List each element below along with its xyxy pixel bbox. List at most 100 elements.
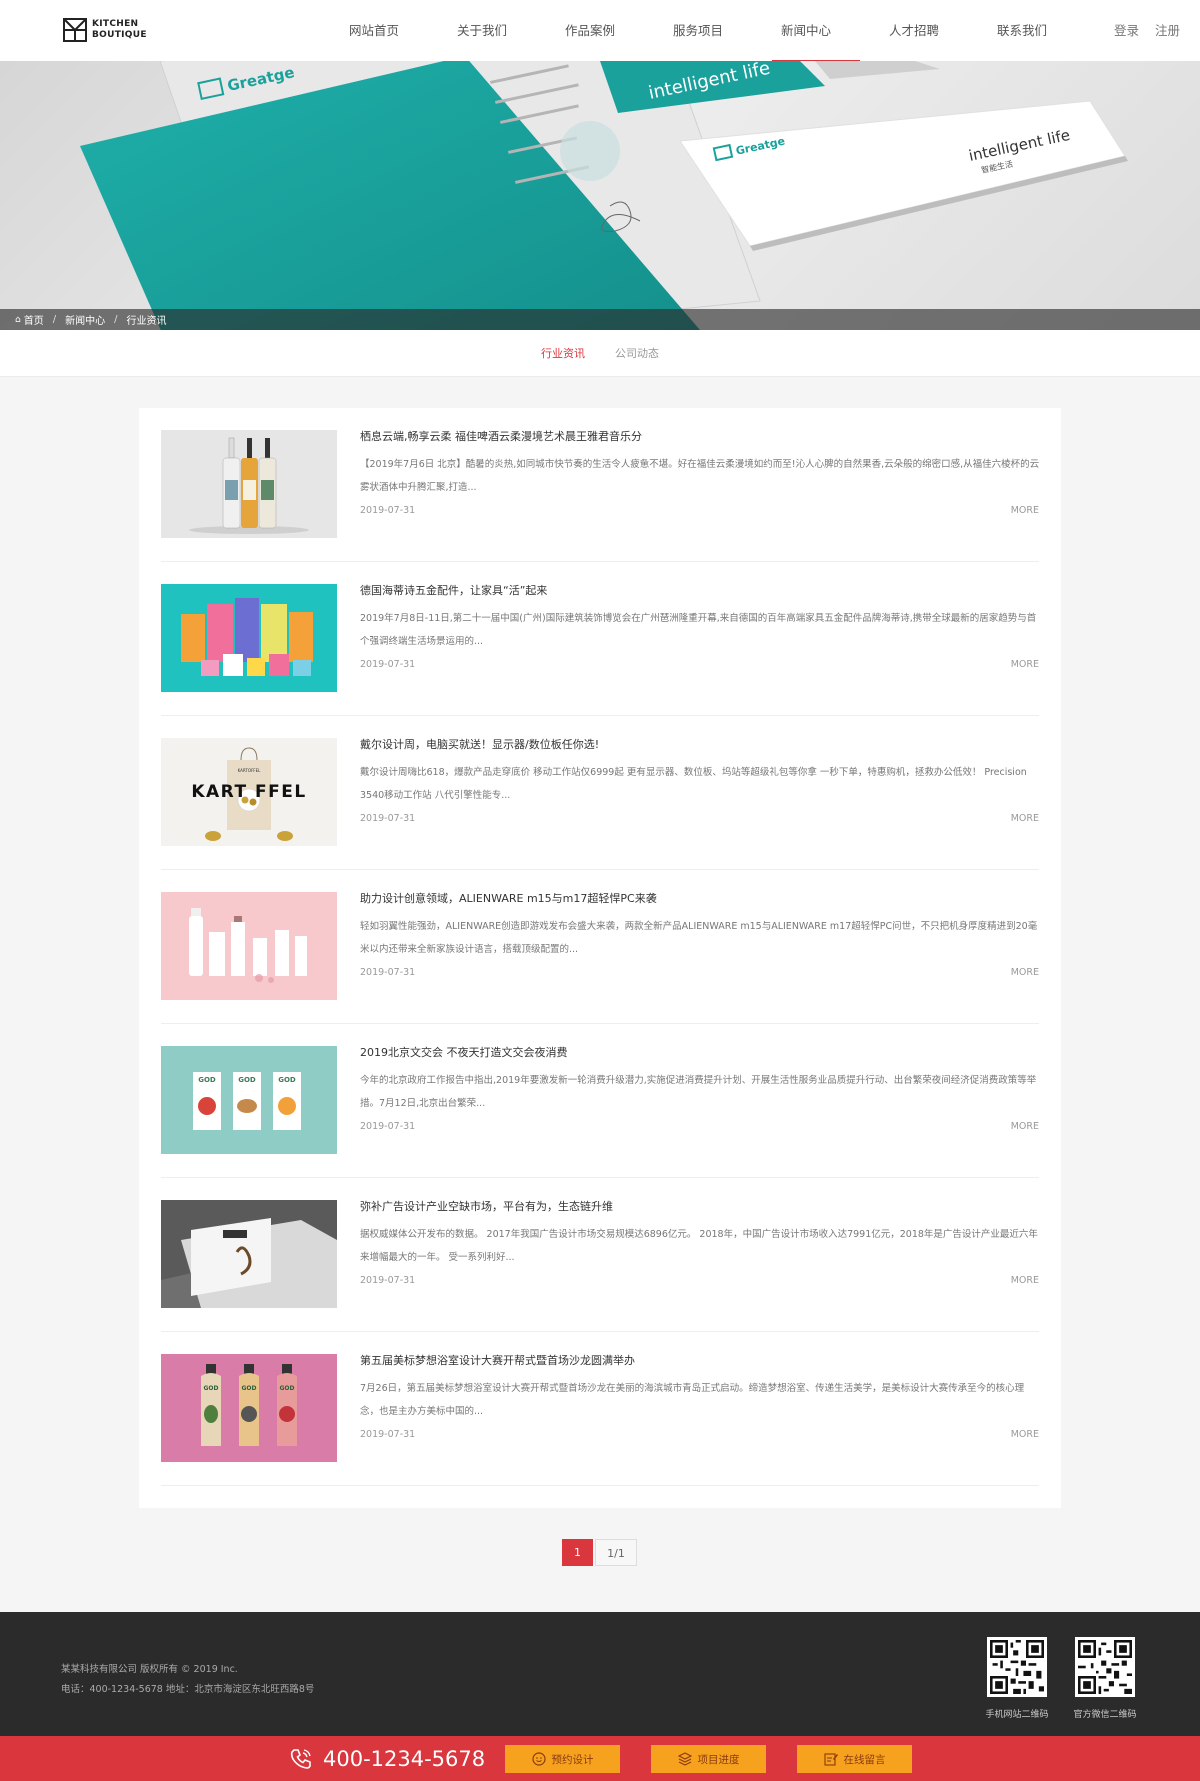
qr-code-icon: [1075, 1637, 1135, 1697]
news-thumbnail[interactable]: [161, 584, 337, 692]
login-link[interactable]: 登录: [1114, 0, 1139, 61]
breadcrumb-home[interactable]: 首页: [24, 312, 44, 327]
news-date: 2019-07-31: [360, 813, 416, 824]
qr-mobile: 手机网站二维码: [985, 1637, 1049, 1720]
news-date: 2019-07-31: [360, 967, 416, 978]
project-progress-label: 项目进度: [697, 1753, 740, 1766]
smile-icon: [531, 1752, 546, 1766]
more-link[interactable]: MORE: [1011, 1121, 1039, 1132]
leave-message-button[interactable]: 在线留言: [797, 1745, 912, 1773]
bottle-label: GOD: [241, 1385, 256, 1392]
layers-icon: [677, 1752, 692, 1766]
news-thumbnail[interactable]: KARTOFFEL KART FFEL: [161, 738, 337, 846]
contact-info: 电话：400-1234-5678 地址：北京市海淀区东北旺西路8号: [61, 1684, 315, 1695]
carton-label: GOD: [198, 1076, 216, 1084]
news-title[interactable]: 栖息云端,畅享云柔 福佳啤酒云柔漫境艺术晨王雅君音乐分: [360, 428, 642, 444]
news-item[interactable]: 助力设计创意领域，ALIENWARE m15与m17超轻悍PC来袭 轻如羽翼性能…: [161, 870, 1039, 1024]
banner-illustration: intelligent life Greatge intelligent lif…: [80, 61, 1128, 330]
project-progress-button[interactable]: 项目进度: [651, 1745, 766, 1773]
nav-contact[interactable]: 联系我们: [968, 0, 1076, 61]
auth-links: 登录 注册: [1114, 0, 1180, 61]
news-thumbnail[interactable]: [161, 1200, 337, 1308]
packages-image: [161, 584, 337, 692]
news-thumbnail[interactable]: GOD GOD GOD: [161, 1354, 337, 1462]
news-date: 2019-07-31: [360, 1121, 416, 1132]
qr-mobile-label: 手机网站二维码: [985, 1710, 1049, 1720]
tab-industry-news[interactable]: 行业资讯: [541, 345, 585, 361]
juice-bottles-image: GOD GOD GOD: [161, 1354, 337, 1462]
news-thumbnail[interactable]: [161, 892, 337, 1000]
carton-label: GOD: [278, 1076, 296, 1084]
news-date: 2019-07-31: [360, 1429, 416, 1440]
news-item[interactable]: KARTOFFEL KART FFEL 戴尔设计周，电脑买就送！显示器/数位板任…: [161, 716, 1039, 870]
breadcrumb-current: 行业资讯: [126, 316, 167, 327]
page-number-current[interactable]: 1: [562, 1539, 593, 1566]
news-item[interactable]: 德国海蒂诗五金配件，让家具“活”起来 2019年7月8日-11日,第二十一届中国…: [161, 562, 1039, 716]
kartoffel-text: KART FFEL: [191, 782, 306, 802]
hero-banner: intelligent life Greatge intelligent lif…: [0, 61, 1200, 330]
more-link[interactable]: MORE: [1011, 967, 1039, 978]
cosmetics-image: [161, 892, 337, 1000]
more-link[interactable]: MORE: [1011, 1429, 1039, 1440]
news-title[interactable]: 第五届美标梦想浴室设计大赛开帮式暨首场沙龙圆满举办: [360, 1352, 635, 1368]
nav-news[interactable]: 新闻中心: [752, 0, 860, 61]
qr-code-icon: [987, 1637, 1047, 1697]
more-link[interactable]: MORE: [1011, 813, 1039, 824]
logo[interactable]: KITCHEN BOUTIQUE: [63, 18, 147, 42]
news-item[interactable]: 弥补广告设计产业空缺市场，平台有为，生态链升维 据权威媒体公开发布的数据。 20…: [161, 1178, 1039, 1332]
leave-message-label: 在线留言: [843, 1753, 886, 1766]
news-subtabs: 行业资讯 公司动态: [0, 330, 1200, 377]
book-design-label: 预约设计: [551, 1753, 594, 1766]
news-title[interactable]: 德国海蒂诗五金配件，让家具“活”起来: [360, 582, 547, 598]
site-footer: 某某科技有限公司 版权所有 © 2019 Inc. 电话：400-1234-56…: [0, 1612, 1200, 1736]
more-link[interactable]: MORE: [1011, 1275, 1039, 1286]
bottle-label: GOD: [279, 1385, 294, 1392]
tab-company-news[interactable]: 公司动态: [615, 345, 659, 361]
logo-line1: KITCHEN: [92, 19, 139, 29]
phone-icon: [290, 1748, 311, 1769]
register-link[interactable]: 注册: [1155, 0, 1180, 61]
news-title[interactable]: 弥补广告设计产业空缺市场，平台有为，生态链升维: [360, 1198, 613, 1214]
more-link[interactable]: MORE: [1011, 659, 1039, 670]
news-summary: 【2019年7月6日 北京】酷暑的炎热,如同城市快节奏的生活令人疲惫不堪。好在福…: [360, 459, 1040, 493]
news-date: 2019-07-31: [360, 505, 416, 516]
bag-label: KARTOFFEL: [238, 768, 261, 773]
page-info: 1/1: [595, 1539, 637, 1566]
nav-careers[interactable]: 人才招聘: [860, 0, 968, 61]
nav-services[interactable]: 服务项目: [644, 0, 752, 61]
edit-icon: [823, 1753, 838, 1766]
news-item[interactable]: GOD GOD GOD 2019北京文交会 不夜天打造文交会夜消费 今年的北京政…: [161, 1024, 1039, 1178]
logo-line2: BOUTIQUE: [92, 30, 147, 40]
logo-icon: [63, 18, 87, 42]
bottom-contact-bar: 400-1234-5678 预约设计 项目进度 在线留言: [0, 1736, 1200, 1781]
news-item[interactable]: GOD GOD GOD 第五届美标梦想浴室设计大赛开帮式暨首场沙龙圆满举办 7月…: [161, 1332, 1039, 1486]
news-title[interactable]: 助力设计创意领域，ALIENWARE m15与m17超轻悍PC来袭: [360, 890, 657, 906]
nav-about[interactable]: 关于我们: [428, 0, 536, 61]
news-thumbnail[interactable]: GOD GOD GOD: [161, 1046, 337, 1154]
site-header: KITCHEN BOUTIQUE 网站首页 关于我们 作品案例 服务项目 新闻中…: [0, 0, 1200, 61]
qr-wechat-label: 官方微信二维码: [1073, 1710, 1137, 1720]
news-title[interactable]: 戴尔设计周，电脑买就送！显示器/数位板任你选!: [360, 736, 599, 752]
book-design-button[interactable]: 预约设计: [505, 1745, 620, 1773]
news-item[interactable]: 栖息云端,畅享云柔 福佳啤酒云柔漫境艺术晨王雅君音乐分 【2019年7月6日 北…: [161, 408, 1039, 562]
breadcrumb-separator: /: [114, 314, 118, 325]
news-summary: 轻如羽翼性能强劲，ALIENWARE创造即游戏发布会盛大来袭，两款全新产品ALI…: [360, 921, 1038, 955]
phone-number[interactable]: 400-1234-5678: [289, 1736, 485, 1781]
more-link[interactable]: MORE: [1011, 505, 1039, 516]
phone-text: 400-1234-5678: [323, 1746, 486, 1771]
news-title[interactable]: 2019北京文交会 不夜天打造文交会夜消费: [360, 1044, 568, 1060]
news-thumbnail[interactable]: [161, 430, 337, 538]
breadcrumb-news[interactable]: 新闻中心: [65, 312, 105, 327]
copyright: 某某科技有限公司 版权所有 © 2019 Inc.: [61, 1664, 238, 1675]
breadcrumb: ⌂ 首页 / 新闻中心 / 行业资讯: [0, 309, 1200, 330]
news-summary: 今年的北京政府工作报告中指出,2019年要激发新一轮消费升级潜力,实施促进消费提…: [360, 1075, 1037, 1109]
box-image: [161, 1200, 337, 1308]
carton-label: GOD: [238, 1076, 256, 1084]
nav-cases[interactable]: 作品案例: [536, 0, 644, 61]
nav-home[interactable]: 网站首页: [320, 0, 428, 61]
news-list: 栖息云端,畅享云柔 福佳啤酒云柔漫境艺术晨王雅君音乐分 【2019年7月6日 北…: [139, 408, 1061, 1508]
main-nav: 网站首页 关于我们 作品案例 服务项目 新闻中心 人才招聘 联系我们: [320, 0, 1076, 61]
news-summary: 戴尔设计周嗨比618，爆款产品走穿底价 移动工作站仅6999起 更有显示器、数位…: [360, 767, 1027, 801]
bottles-image: [161, 430, 337, 538]
cartons-image: GOD GOD GOD: [161, 1046, 337, 1154]
